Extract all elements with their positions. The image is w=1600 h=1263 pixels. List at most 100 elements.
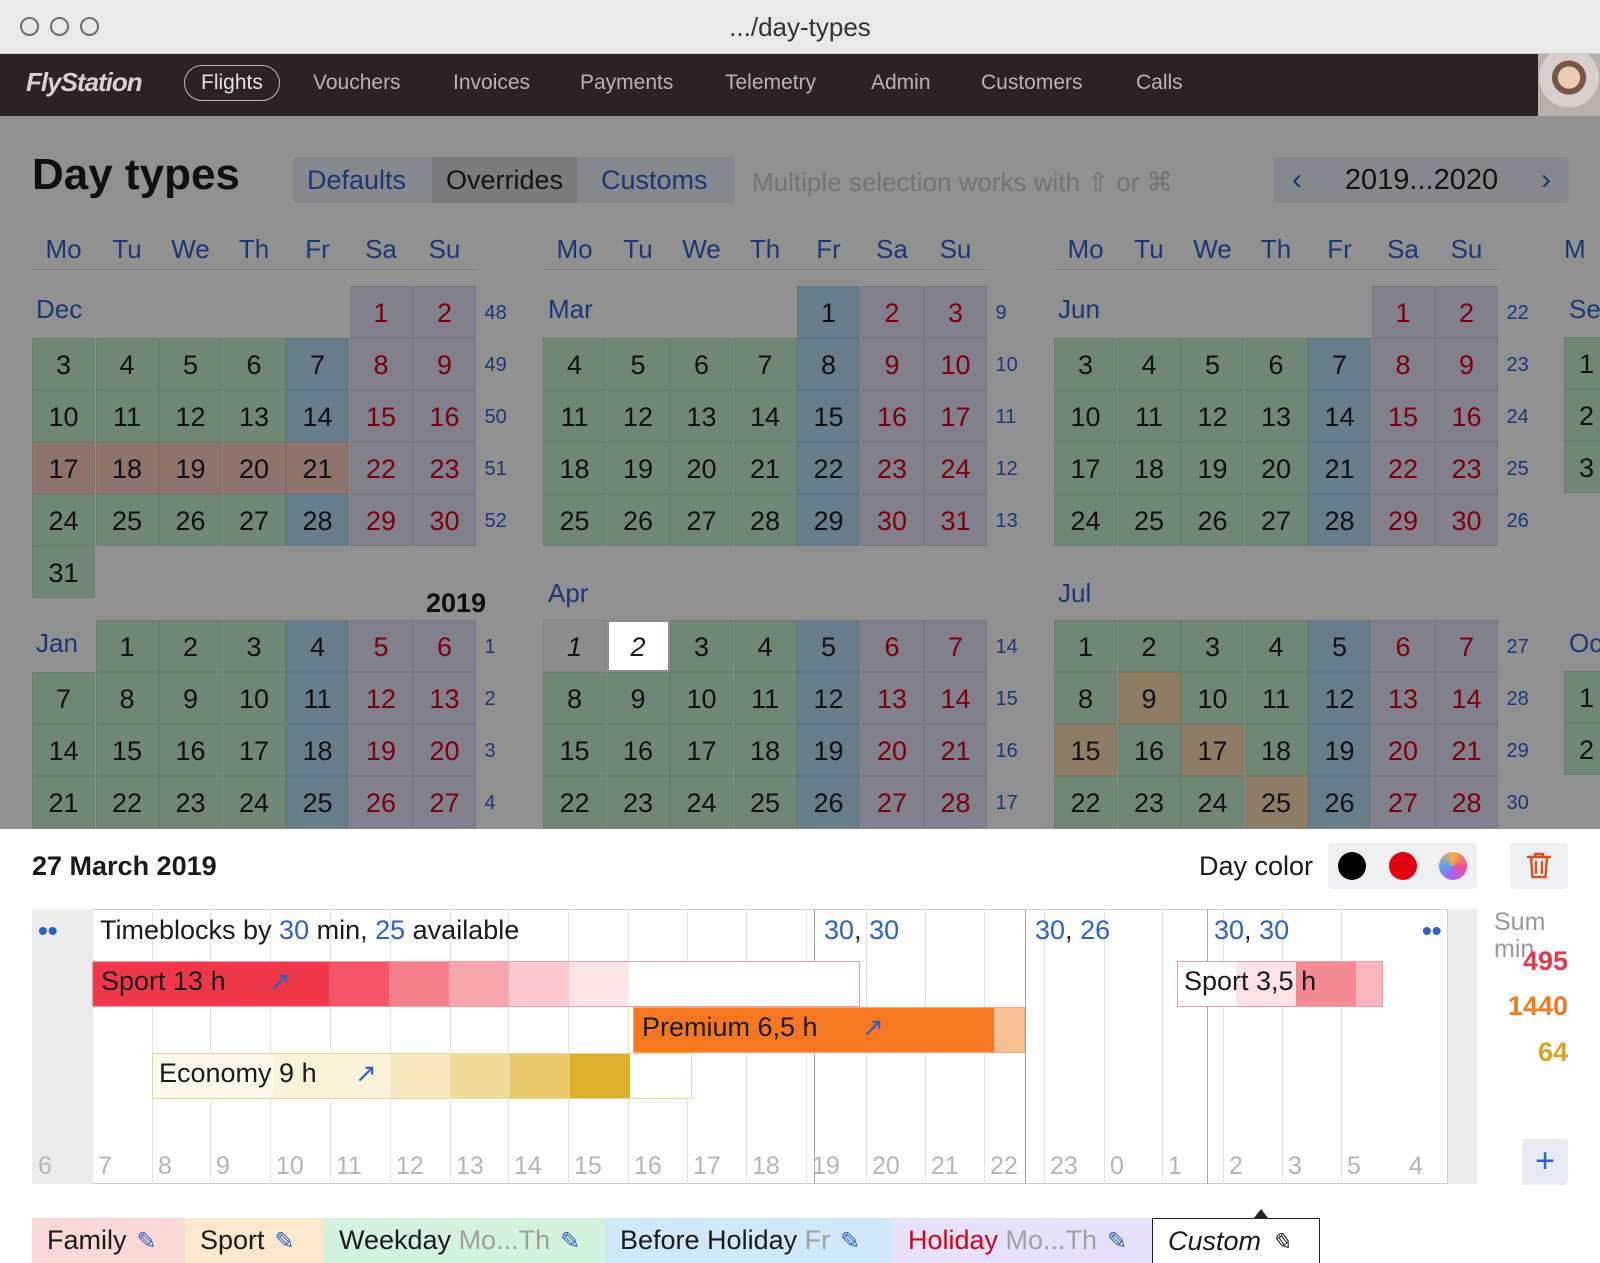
scroll-left-dots[interactable]: •• — [38, 915, 58, 947]
brand-logo[interactable]: FlyStation — [26, 67, 143, 98]
day-cell[interactable]: 27 — [1371, 776, 1435, 828]
day-cell[interactable]: 2 — [159, 620, 222, 672]
nav-item-flights[interactable]: Flights — [184, 65, 280, 101]
day-cell[interactable]: 1 — [349, 286, 413, 338]
day-cell[interactable]: 8 — [1054, 672, 1117, 724]
day-cell[interactable]: 15 — [1371, 390, 1435, 442]
day-cell[interactable]: 16 — [1117, 724, 1181, 776]
legend-item-before-holiday[interactable]: Before Holiday Fr ✎ — [605, 1218, 893, 1263]
day-cell[interactable]: 1 — [797, 286, 860, 338]
day-cell[interactable]: 16 — [413, 390, 476, 442]
day-cell[interactable]: 29 — [349, 494, 413, 546]
pencil-icon[interactable]: ✎ — [1107, 1220, 1127, 1263]
day-cell[interactable]: 5 — [1308, 620, 1371, 672]
day-cell[interactable]: 8 — [95, 672, 159, 724]
chevron-right-icon[interactable]: › — [1523, 157, 1569, 203]
day-cell[interactable]: 22 — [1371, 442, 1435, 494]
day-cell[interactable]: 27 — [670, 494, 733, 546]
group-value[interactable]: 26 — [1080, 915, 1110, 945]
day-cell[interactable]: 19 — [1181, 442, 1244, 494]
day-cell[interactable]: 2 — [860, 286, 924, 338]
day-cell[interactable]: 6 — [413, 620, 476, 672]
day-cell[interactable]: 2 — [1435, 286, 1498, 338]
day-cell[interactable]: 10 — [32, 390, 95, 442]
day-cell[interactable]: 10 — [1054, 390, 1117, 442]
day-cell[interactable]: 28 — [733, 494, 797, 546]
day-cell[interactable]: 20 — [222, 442, 286, 494]
day-cell[interactable]: 8 — [797, 338, 860, 390]
day-cell[interactable]: 10 — [924, 338, 987, 390]
day-cell[interactable]: 6 — [1244, 338, 1308, 390]
day-cell[interactable]: 15 — [95, 724, 159, 776]
day-cell[interactable]: 15 — [797, 390, 860, 442]
day-cell[interactable]: 8 — [543, 672, 606, 724]
day-cell[interactable]: 9 — [159, 672, 222, 724]
day-cell[interactable]: 5 — [606, 338, 670, 390]
day-cell[interactable]: 10 — [222, 672, 286, 724]
day-cell[interactable]: 12 — [1308, 672, 1371, 724]
day-cell[interactable]: 11 — [1244, 672, 1308, 724]
day-cell[interactable]: 27 — [222, 494, 286, 546]
day-cell[interactable]: 2 — [1117, 620, 1181, 672]
group-value[interactable]: 30 — [1259, 915, 1289, 945]
timeblock-bar-sport[interactable]: Sport 13 h ↗ — [92, 961, 860, 1007]
pencil-icon[interactable]: ✎ — [1271, 1221, 1291, 1263]
timeblock-bar-economy[interactable]: Economy 9 h ↗ — [152, 1053, 692, 1099]
day-cell[interactable]: 12 — [606, 390, 670, 442]
day-cell[interactable]: 7 — [1435, 620, 1498, 672]
day-cell[interactable]: 12 — [797, 672, 860, 724]
day-cell[interactable]: 18 — [1117, 442, 1181, 494]
day-cell[interactable]: 4 — [286, 620, 349, 672]
user-avatar[interactable] — [1538, 54, 1600, 116]
day-cell[interactable]: 28 — [924, 776, 987, 828]
legend-item-weekday[interactable]: Weekday Mo...Th ✎ — [324, 1218, 605, 1263]
legend-item-custom[interactable]: Custom ✎ — [1152, 1218, 1320, 1263]
day-cell[interactable]: 18 — [286, 724, 349, 776]
day-cell[interactable]: 30 — [860, 494, 924, 546]
day-cell[interactable]: 1 — [1371, 286, 1435, 338]
day-cell[interactable]: 8 — [349, 338, 413, 390]
day-cell[interactable]: 5 — [797, 620, 860, 672]
day-cell[interactable]: 10 — [670, 672, 733, 724]
pencil-icon[interactable]: ✎ — [560, 1220, 580, 1263]
day-cell[interactable]: 29 — [1371, 494, 1435, 546]
day-cell[interactable]: 7 — [924, 620, 987, 672]
tab-overrides[interactable]: Overrides — [432, 157, 578, 203]
day-cell[interactable]: 25 — [543, 494, 606, 546]
day-cell[interactable]: 14 — [32, 724, 95, 776]
day-cell[interactable]: 4 — [95, 338, 159, 390]
day-cell[interactable]: 17 — [222, 724, 286, 776]
day-cell[interactable]: 20 — [1371, 724, 1435, 776]
day-cell[interactable]: 5 — [349, 620, 413, 672]
day-cell[interactable]: 31 — [924, 494, 987, 546]
day-cell[interactable]: 2 — [1564, 389, 1600, 441]
day-cell[interactable]: 17 — [670, 724, 733, 776]
day-cell[interactable]: 12 — [1181, 390, 1244, 442]
day-cell[interactable]: 29 — [797, 494, 860, 546]
day-cell[interactable]: 14 — [1435, 672, 1498, 724]
day-cell[interactable]: 30 — [1435, 494, 1498, 546]
day-cell[interactable]: 23 — [159, 776, 222, 828]
day-cell[interactable]: 13 — [860, 672, 924, 724]
day-cell[interactable]: 9 — [1117, 672, 1181, 724]
scroll-right-dots[interactable]: •• — [1422, 915, 1442, 947]
day-cell[interactable]: 18 — [543, 442, 606, 494]
day-cell[interactable]: 11 — [733, 672, 797, 724]
day-cell[interactable]: 27 — [1244, 494, 1308, 546]
day-cell[interactable]: 17 — [924, 390, 987, 442]
day-cell[interactable]: 2 — [606, 620, 670, 672]
open-external-icon[interactable]: ↗ — [862, 1012, 884, 1043]
group-value[interactable]: 30 — [1214, 915, 1244, 945]
day-cell[interactable]: 19 — [1308, 724, 1371, 776]
day-cell[interactable]: 10 — [1181, 672, 1244, 724]
group-value[interactable]: 30 — [1035, 915, 1065, 945]
day-cell[interactable]: 9 — [413, 338, 476, 390]
day-cell[interactable]: 13 — [1244, 390, 1308, 442]
day-cell[interactable]: 7 — [733, 338, 797, 390]
day-cell[interactable]: 17 — [1054, 442, 1117, 494]
day-cell[interactable]: 1 — [1564, 337, 1600, 389]
day-cell[interactable]: 17 — [1181, 724, 1244, 776]
color-swatch-red[interactable] — [1389, 852, 1417, 880]
day-cell[interactable]: 13 — [413, 672, 476, 724]
chevron-left-icon[interactable]: ‹ — [1274, 157, 1320, 203]
